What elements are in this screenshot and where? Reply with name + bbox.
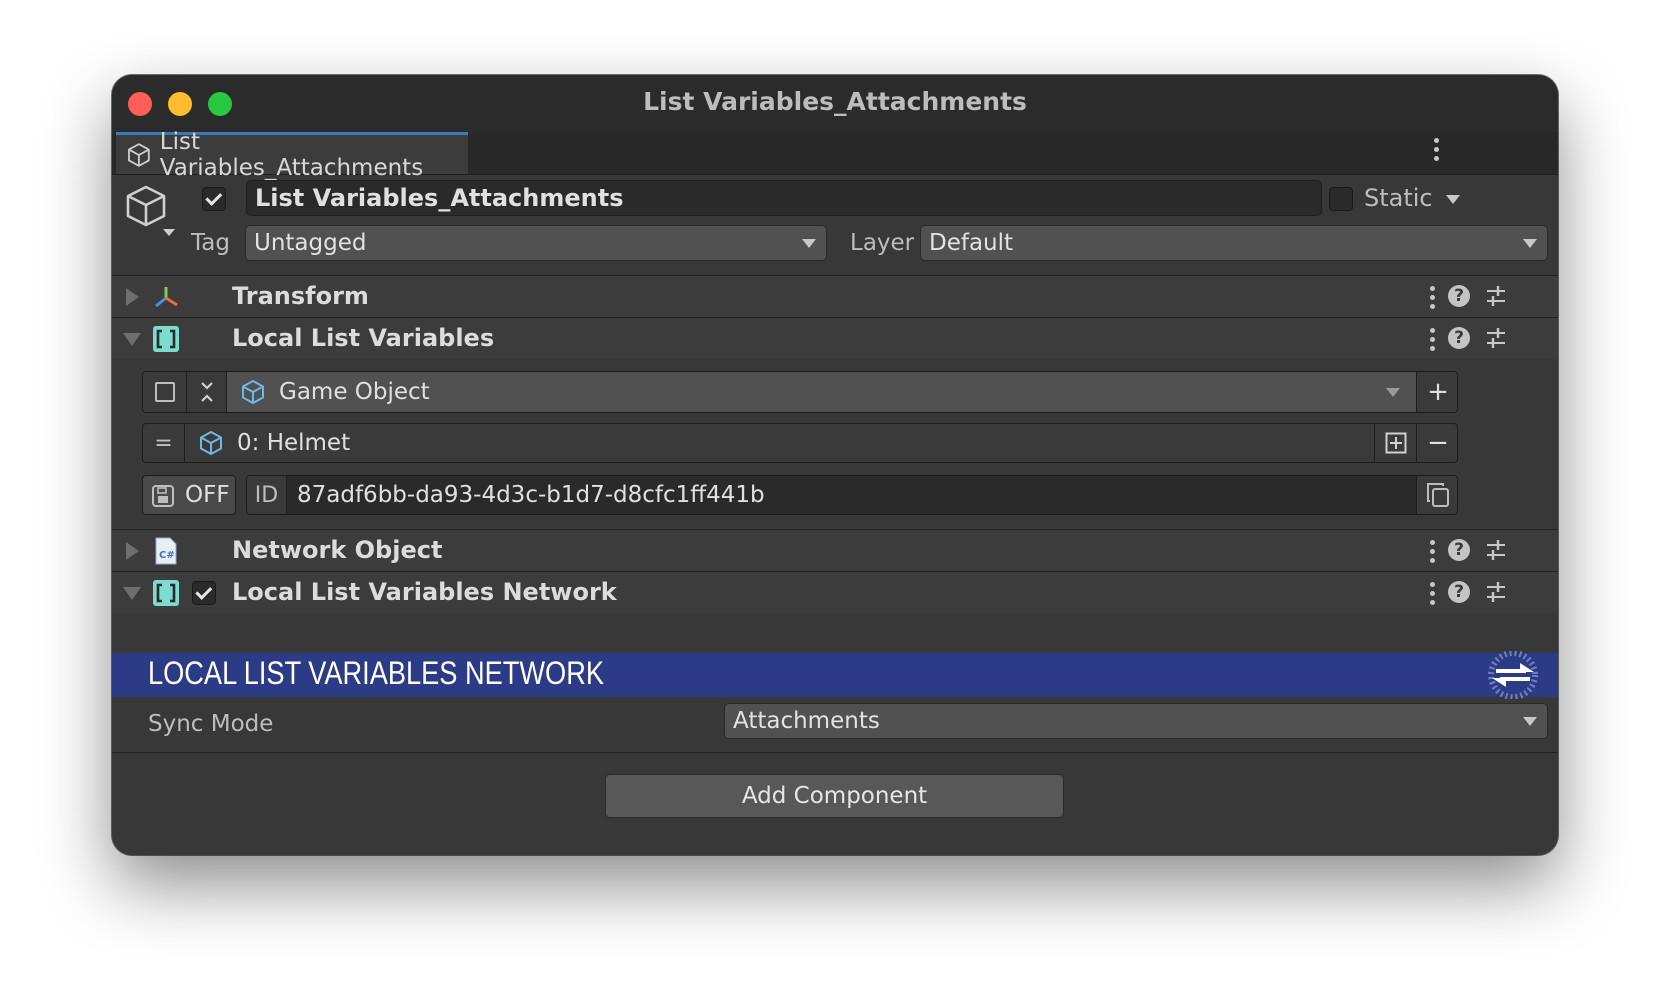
tab-bar: List Variables_Attachments <box>112 129 1558 181</box>
tag-value: Untagged <box>254 230 367 256</box>
component-title: Transform <box>232 282 369 310</box>
drag-handle-icon[interactable]: = <box>143 424 185 462</box>
tag-label: Tag <box>191 230 230 256</box>
network-banner: LOCAL LIST VARIABLES NETWORK <box>112 651 1558 699</box>
chevron-down-icon <box>802 239 816 248</box>
id-label: ID <box>247 476 287 514</box>
chevron-down-icon <box>1523 717 1537 726</box>
help-icon[interactable]: ? <box>1448 285 1470 307</box>
component-transform-header[interactable]: Transform ? <box>112 275 1558 317</box>
list-item-row[interactable]: = 0: Helmet − <box>142 423 1458 463</box>
cube-icon <box>128 142 150 167</box>
tab-label: List Variables_Attachments <box>159 128 424 181</box>
gameobject-active-checkbox[interactable] <box>202 187 226 211</box>
help-icon[interactable]: ? <box>1448 327 1470 349</box>
sync-mode-value: Attachments <box>733 708 880 734</box>
component-menu-icon[interactable] <box>1430 286 1435 309</box>
save-toggle-label: OFF <box>185 482 230 508</box>
tab-inspector[interactable]: List Variables_Attachments <box>116 129 468 181</box>
type-dropdown[interactable]: Game Object <box>227 372 1417 412</box>
copy-icon <box>1427 483 1449 507</box>
collapse-expand-icon <box>200 382 213 402</box>
component-enabled-checkbox[interactable] <box>192 581 216 605</box>
select-all-cell[interactable] <box>143 372 187 412</box>
list-item-label: 0: Helmet <box>237 430 351 456</box>
component-network-object-header[interactable]: C# Network Object ? <box>112 529 1558 571</box>
network-banner-title: LOCAL LIST VARIABLES NETWORK <box>148 655 604 691</box>
type-value: Game Object <box>279 379 430 405</box>
transform-axes-icon <box>155 287 178 308</box>
csharp-script-icon: C# <box>155 537 177 565</box>
save-disk-icon <box>152 485 174 507</box>
help-icon[interactable]: ? <box>1448 581 1470 603</box>
select-all-checkbox[interactable] <box>154 382 175 402</box>
presets-icon[interactable] <box>1484 284 1508 308</box>
expand-box-icon <box>1385 432 1406 454</box>
window-title: List Variables_Attachments <box>643 87 1027 116</box>
static-dropdown-icon[interactable] <box>1446 195 1460 204</box>
tag-dropdown[interactable]: Untagged <box>245 225 827 261</box>
component-menu-icon[interactable] <box>1430 328 1435 351</box>
list-brackets-icon <box>153 580 179 606</box>
gameobject-cube-icon[interactable] <box>124 183 180 243</box>
layer-dropdown[interactable]: Default <box>920 225 1548 261</box>
gameobject-name-field[interactable]: List Variables_Attachments <box>246 180 1322 216</box>
component-menu-icon[interactable] <box>1430 540 1435 563</box>
remove-item-button[interactable]: − <box>1417 424 1457 462</box>
cube-icon <box>200 431 222 455</box>
id-value[interactable]: 87adf6bb-da93-4d3c-b1d7-d8cfc1ff441b <box>287 476 1417 514</box>
tab-menu-icon[interactable] <box>1434 138 1439 161</box>
presets-icon[interactable] <box>1484 580 1508 604</box>
minus-icon: − <box>1427 428 1449 458</box>
plus-icon: + <box>1427 377 1449 407</box>
gameobject-name-value: List Variables_Attachments <box>255 184 624 212</box>
component-title: Local List Variables <box>232 324 495 352</box>
add-item-button[interactable]: + <box>1417 372 1457 412</box>
component-menu-icon[interactable] <box>1430 582 1435 605</box>
presets-icon[interactable] <box>1484 538 1508 562</box>
expand-item-button[interactable] <box>1375 424 1417 462</box>
static-checkbox[interactable] <box>1329 187 1353 211</box>
copy-id-button[interactable] <box>1417 476 1457 514</box>
layer-value: Default <box>929 230 1014 256</box>
svg-text:C#: C# <box>159 550 175 561</box>
network-sync-icon <box>1488 651 1538 699</box>
component-title: Network Object <box>232 536 443 564</box>
cube-icon <box>242 380 264 404</box>
foldout-collapsed-icon[interactable] <box>126 288 139 306</box>
component-local-list-variables-network-header[interactable]: Local List Variables Network ? <box>112 571 1558 613</box>
foldout-collapsed-icon[interactable] <box>126 542 139 560</box>
list-item-field[interactable]: 0: Helmet <box>185 424 1375 462</box>
divider <box>112 752 1558 753</box>
chevron-down-icon <box>1523 239 1537 248</box>
save-toggle-button[interactable]: OFF <box>142 475 236 515</box>
component-local-list-variables-header[interactable]: Local List Variables ? <box>112 317 1558 359</box>
help-icon[interactable]: ? <box>1448 539 1470 561</box>
foldout-expanded-icon[interactable] <box>123 333 141 346</box>
presets-icon[interactable] <box>1484 326 1508 350</box>
sync-mode-label: Sync Mode <box>148 711 274 737</box>
component-title: Local List Variables Network <box>232 578 617 606</box>
sync-mode-dropdown[interactable]: Attachments <box>724 703 1548 739</box>
title-bar: List Variables_Attachments <box>112 75 1558 132</box>
layer-label: Layer <box>850 230 915 256</box>
chevron-down-icon <box>1386 388 1400 397</box>
collapse-expand-button[interactable] <box>187 372 227 412</box>
list-type-bar: Game Object + <box>142 371 1458 413</box>
inspector-window: List Variables_Attachments List Variable… <box>112 75 1558 855</box>
foldout-expanded-icon[interactable] <box>123 587 141 600</box>
static-label: Static <box>1364 184 1433 212</box>
id-field: ID 87adf6bb-da93-4d3c-b1d7-d8cfc1ff441b <box>246 475 1458 515</box>
add-component-button[interactable]: Add Component <box>605 774 1064 818</box>
list-brackets-icon <box>153 326 179 352</box>
